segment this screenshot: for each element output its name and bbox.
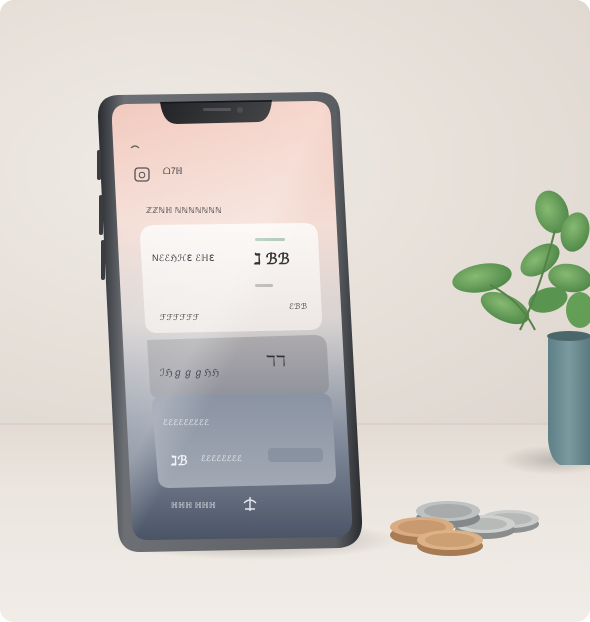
card-3-title: ℰℰℰℰℰℰℰℰℰ (163, 418, 210, 427)
screen-header-label: ᗝ7ℍ (163, 166, 183, 176)
smartphone (97, 92, 363, 553)
volume-up-button (97, 150, 101, 180)
bottom-left-label: ℍℍℍ ℍℍℍ (171, 501, 217, 510)
card-1-footer-right: ℰℬℬ (289, 302, 308, 311)
card-2-title: ℐℌℊℊℊℌℌ (160, 368, 220, 379)
screen-subheader-label: ℤℤℕℍ ℕℕℕℕℕℕℕ (146, 206, 222, 215)
card-1-title: Nℰℰℌℋℇ ℰℍℇ (152, 253, 215, 263)
card-1-footer-left: ℱℱℱℱℱℱ (160, 313, 200, 322)
screen-glare (111, 101, 353, 541)
volume-down-button (99, 195, 103, 235)
card-2-value: ℸℸ (266, 353, 286, 370)
photo-scene: ᗝ7ℍ ℤℤℕℍ ℕℕℕℕℕℕℕ Nℰℰℌℋℇ ℰℍℇ ℷ ℬℬ ℱℱℱℱℱℱ … (0, 0, 590, 622)
card-3-value-label: ℰℰℰℰℰℰℰℰ (201, 454, 243, 463)
card-3-value: ℷℬ (171, 453, 188, 468)
side-button (101, 240, 105, 280)
card-1-value: ℷ ℬℬ (254, 251, 290, 268)
